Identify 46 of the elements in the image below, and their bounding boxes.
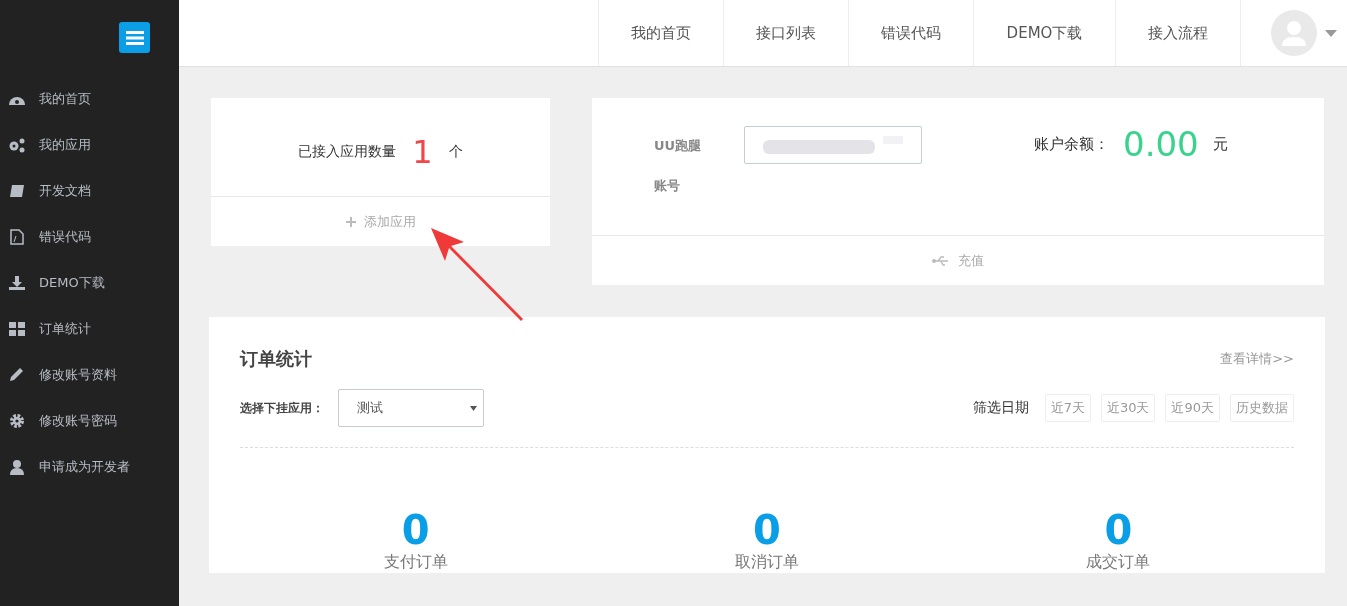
account-label: UU跑腿账号 bbox=[654, 137, 703, 195]
select-label: 选择下挂应用： bbox=[240, 399, 324, 417]
sidebar-item[interactable]: 我的应用 bbox=[0, 122, 179, 168]
menu-icon bbox=[125, 30, 144, 45]
gears-icon bbox=[8, 137, 26, 153]
usb-icon bbox=[932, 255, 950, 266]
sidebar-item[interactable]: DEMO下载 bbox=[0, 260, 179, 306]
caret-icon[interactable] bbox=[1325, 29, 1337, 37]
caret-icon bbox=[470, 405, 477, 411]
nav-link[interactable]: DEMO下载 bbox=[973, 0, 1115, 66]
currency-unit: 元 bbox=[1212, 134, 1228, 154]
filter-label: 筛选日期 bbox=[972, 399, 1029, 417]
file-code-icon bbox=[8, 229, 26, 245]
user-icon bbox=[8, 459, 26, 475]
pencil-icon bbox=[8, 367, 26, 383]
book-icon bbox=[8, 183, 26, 199]
stat-value: 0 bbox=[1104, 508, 1133, 552]
plus-icon bbox=[345, 216, 356, 227]
sidebar-item[interactable]: 修改账号资料 bbox=[0, 352, 179, 398]
sidebar-item[interactable]: 我的首页 bbox=[0, 76, 179, 122]
count-unit: 个 bbox=[448, 143, 463, 161]
stat-label: 支付订单 bbox=[383, 552, 448, 573]
stat-label: 成交订单 bbox=[1086, 552, 1151, 573]
gear-icon bbox=[8, 413, 26, 429]
sidebar-item[interactable]: 错误代码 bbox=[0, 214, 179, 260]
apps-count: 1 bbox=[412, 133, 433, 171]
apps-count-label: 已接入应用数量 bbox=[298, 143, 397, 161]
stat-label: 取消订单 bbox=[735, 552, 799, 573]
panel-title: 订单统计 bbox=[240, 347, 312, 371]
sidebar-item[interactable]: 修改账号密码 bbox=[0, 398, 179, 444]
sidebar-item[interactable]: 申请成为开发者 bbox=[0, 444, 179, 490]
sidebar-item[interactable]: 开发文档 bbox=[0, 168, 179, 214]
nav-link[interactable]: 错误代码 bbox=[848, 0, 973, 66]
balance-value: 0.00 bbox=[1123, 124, 1199, 164]
grid-icon bbox=[8, 321, 26, 337]
nav-link[interactable]: 我的首页 bbox=[598, 0, 723, 66]
app-select[interactable]: 测试 bbox=[338, 389, 484, 427]
sidebar-item[interactable]: 订单统计 bbox=[0, 306, 179, 352]
balance-label: 账户余额： bbox=[1034, 134, 1109, 154]
stat-value: 0 bbox=[753, 508, 781, 552]
nav-link[interactable]: 接入流程 bbox=[1115, 0, 1240, 66]
nav-link[interactable]: 接口列表 bbox=[723, 0, 848, 66]
menu-button[interactable] bbox=[119, 22, 150, 53]
account-field[interactable] bbox=[744, 126, 922, 164]
download-icon bbox=[8, 275, 26, 291]
stat-value: 0 bbox=[401, 508, 430, 552]
